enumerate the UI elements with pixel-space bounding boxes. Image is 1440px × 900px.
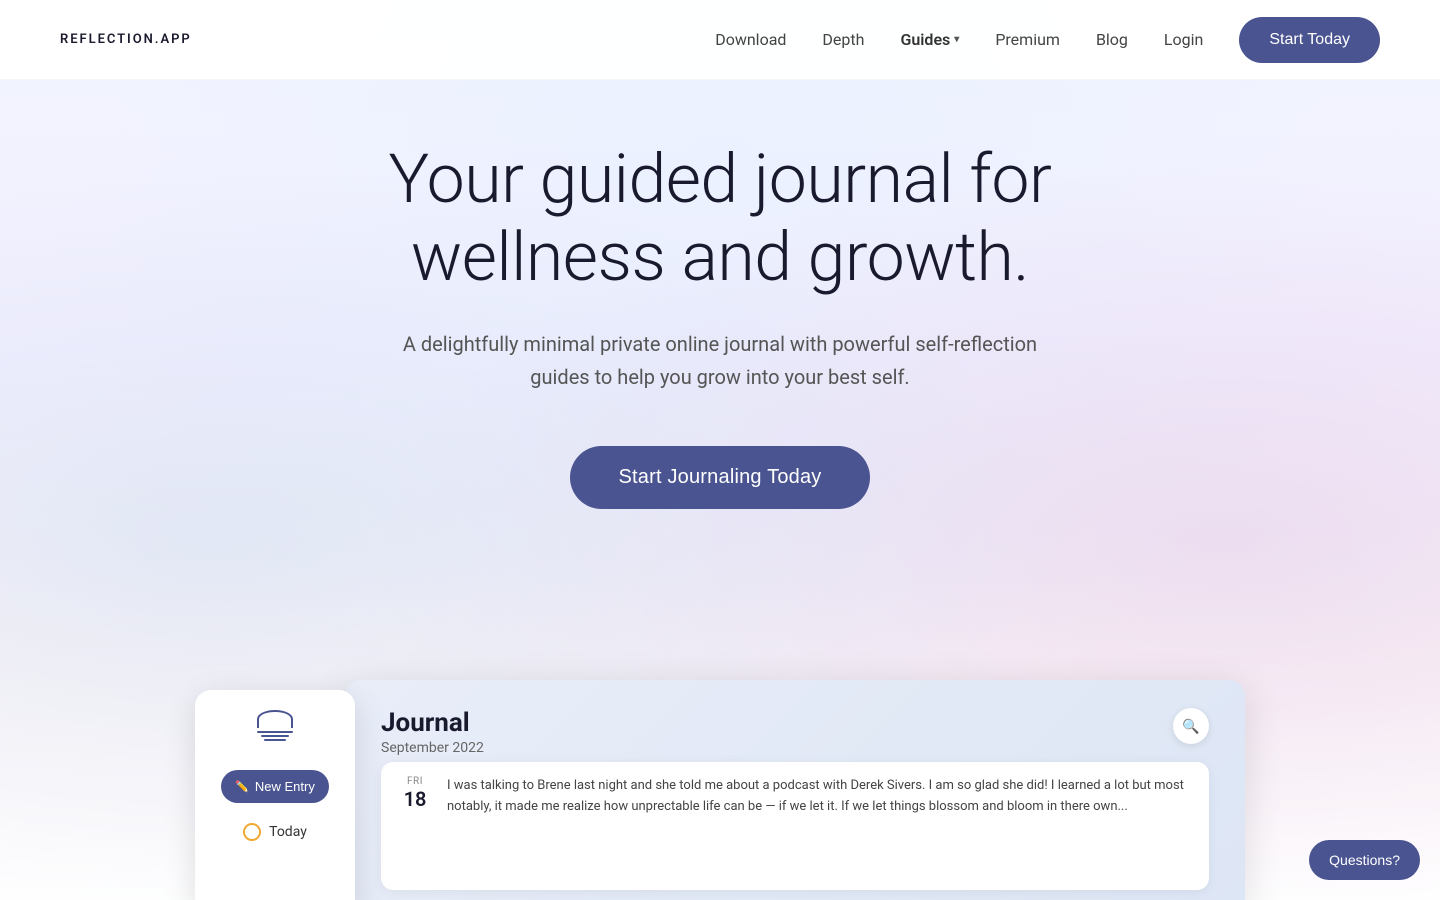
entry-date-block: FRI 18 — [399, 776, 431, 876]
entry-day-num: 18 — [404, 787, 427, 811]
entry-day-label: FRI — [407, 776, 423, 787]
nav-logo[interactable]: REFLECTION.APP — [60, 32, 192, 47]
hero-section: Your guided journal for wellness and gro… — [0, 0, 1440, 900]
nav-depth[interactable]: Depth — [822, 30, 864, 49]
hero-cta-button[interactable]: Start Journaling Today — [570, 446, 869, 509]
new-entry-button[interactable]: ✏️ New Entry — [221, 770, 329, 803]
edit-icon: ✏️ — [235, 780, 249, 793]
today-row: Today — [243, 823, 307, 841]
preview-sidebar: ✏️ New Entry Today — [195, 690, 355, 900]
search-icon: 🔍 — [1182, 718, 1199, 735]
hero-subtitle: A delightfully minimal private online jo… — [380, 328, 1060, 394]
nav-premium[interactable]: Premium — [995, 30, 1060, 49]
search-button[interactable]: 🔍 — [1173, 708, 1209, 744]
nav-download[interactable]: Download — [715, 30, 786, 49]
questions-button[interactable]: Questions? — [1309, 840, 1420, 880]
hero-content: Your guided journal for wellness and gro… — [330, 140, 1110, 509]
nav-guides[interactable]: Guides ▾ — [900, 30, 959, 49]
journal-header: Journal September 2022 🔍 — [381, 708, 1209, 756]
nav-login[interactable]: Login — [1164, 30, 1203, 49]
logo-waves — [257, 731, 293, 741]
logo-wave — [257, 731, 293, 733]
journal-title: Journal — [381, 708, 484, 738]
entry-text: I was talking to Brene last night and sh… — [447, 776, 1191, 876]
sun-icon — [243, 823, 261, 841]
logo-wave — [261, 735, 290, 737]
app-preview: ✏️ New Entry Today Journal September 202… — [195, 670, 1245, 900]
nav-blog[interactable]: Blog — [1096, 30, 1128, 49]
navbar: REFLECTION.APP Download Depth Guides ▾ P… — [0, 0, 1440, 80]
logo-wave — [264, 739, 286, 741]
nav-links: Download Depth Guides ▾ Premium Blog Log… — [715, 17, 1380, 63]
chevron-down-icon: ▾ — [954, 34, 959, 45]
journal-entry-card: FRI 18 I was talking to Brene last night… — [381, 762, 1209, 890]
logo-arc — [257, 710, 293, 728]
app-logo-icon — [253, 710, 297, 746]
preview-main: Journal September 2022 🔍 FRI 18 I was ta… — [345, 680, 1245, 900]
journal-title-block: Journal September 2022 — [381, 708, 484, 756]
nav-start-today-button[interactable]: Start Today — [1239, 17, 1380, 63]
hero-title: Your guided journal for wellness and gro… — [330, 140, 1110, 296]
journal-date: September 2022 — [381, 740, 484, 756]
